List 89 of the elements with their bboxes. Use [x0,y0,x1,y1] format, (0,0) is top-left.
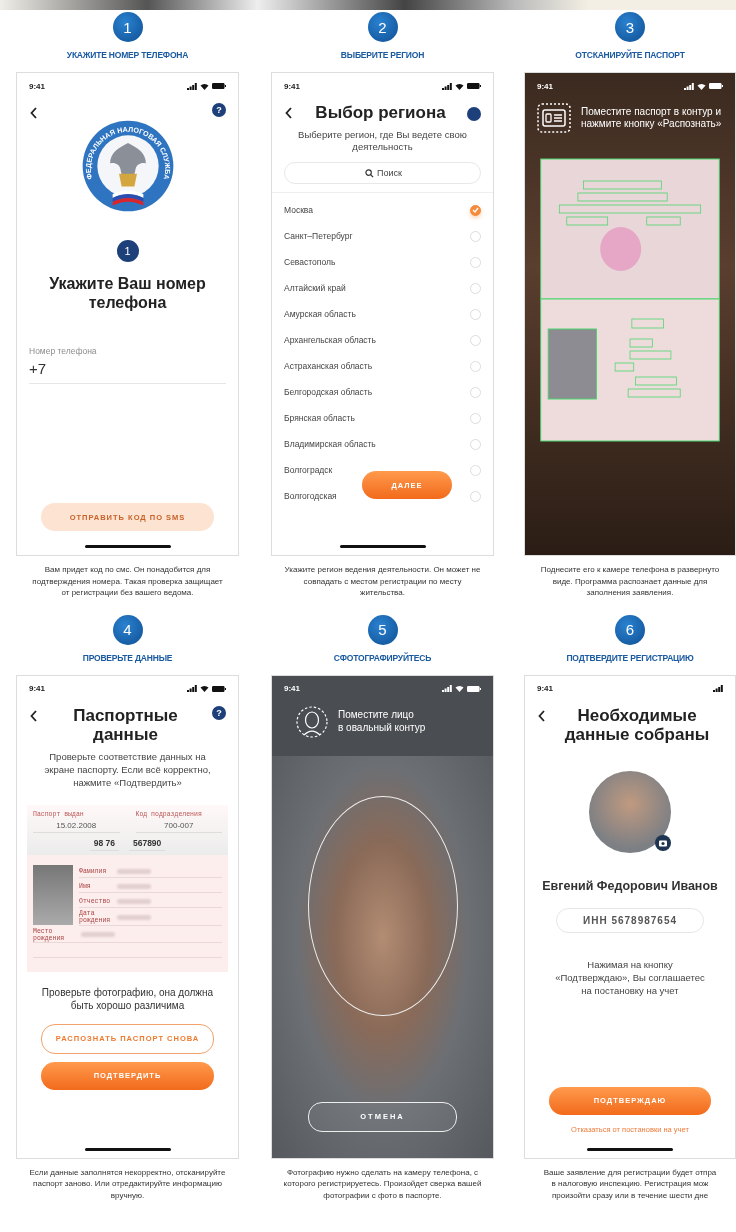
back-icon[interactable] [537,708,547,723]
search-field[interactable]: Поиск [284,162,481,185]
step-caption: Ваше заявление для регистрации будет отпра в налоговую инспекцию. Регистрация мож произойти сразу или в течение шести дне [543,1166,717,1202]
step-title: ВЫБЕРИТЕ РЕГИОН [340,50,425,60]
region-name[interactable]: Санкт–Петербург [284,231,353,242]
region-name[interactable]: Астраханская область [284,361,373,372]
signal-icon [442,685,452,693]
step-number-badge: 1 [112,12,143,42]
signal-icon [442,82,452,90]
screen-title: Паспортные данные [72,705,179,745]
step-title: ПРОВЕРЬТЕ ДАННЫЕ [82,652,173,663]
region-name[interactable]: Архангельская область [284,335,376,346]
region-name[interactable]: Владимирская область [284,439,376,450]
signal-icon [713,685,723,693]
region-name[interactable]: Волгоградск [284,465,333,476]
region-name[interactable]: Алтайский край [284,283,346,294]
status-time: 9:41 [537,81,553,91]
issue-date[interactable]: 15.02.2008 [33,818,120,834]
blurred-value [117,868,151,874]
signal-icon [187,82,197,90]
screen-instruction: Проверьте соответствие данных на экране паспорту. Если всё корректно, нажмите «Подтвердить» [43,750,212,790]
blurred-value [81,932,115,938]
region-name[interactable]: Севастополь [284,257,336,268]
passport-series[interactable]: 98 76 [89,838,119,852]
step-caption: Вам придет код по смс. Он понадобится для подтверждения номера. Такая проверка защищает от регистрации без вашего ведома. [32,564,223,599]
screen-title: Необходимые данные собраны [563,705,711,745]
back-icon[interactable] [29,708,39,723]
blurred-value [117,883,151,889]
region-name[interactable]: Белгородская область [284,387,373,398]
camera-icon[interactable] [655,834,671,851]
field-label: Номер телефона [29,346,98,357]
step-number-badge: 6 [615,614,645,645]
step-title: СФОТОГРАФИРУЙТЕСЬ [333,652,432,663]
dot-icon [467,107,481,121]
wifi-icon [200,82,209,90]
step-title: ПОДТВЕРДИТЕ РЕГИСТРАЦИЮ [566,652,694,663]
phone-input[interactable]: +7 [29,356,226,385]
wifi-icon [200,685,209,693]
battery-icon [467,685,481,692]
battery-icon [212,685,226,692]
signal-icon [187,685,197,693]
step-number-badge: 2 [367,12,398,42]
photo-placeholder [33,865,73,926]
back-icon[interactable] [29,106,39,120]
step-number-badge: 5 [367,614,398,645]
step-title: УКАЖИТЕ НОМЕР ТЕЛЕФОНА [66,50,189,60]
person-name: Евгений Федорович Иванов [541,878,719,894]
battery-icon [709,83,723,89]
blurred-value [117,898,151,904]
scan-instruction: Поместите паспорт в контур и нажмите кнопку «Распознать» [581,105,723,131]
screen-subtitle: Выберите регион, где Вы ведете свою деятельность [297,128,468,155]
screen-title: Выбор региона [314,103,447,123]
status-time: 9:41 [29,81,45,91]
signal-icon [684,82,694,90]
wifi-icon [455,685,464,693]
battery-icon [212,83,226,89]
department-code[interactable]: 700-007 [135,818,222,834]
face-instruction: Поместите лицо в овальный контур [338,709,426,735]
status-time: 9:41 [284,81,300,91]
status-time: 9:41 [537,684,553,694]
help-button[interactable]: ? [212,103,226,117]
photo-note: Проверьте фотографию, она должна быть хорошо различима [40,985,215,1012]
step-caption: Укажите регион ведения деятельности. Он может не совпадать с местом регистрации по месту жительства. [284,564,481,599]
status-time: 9:41 [284,684,300,694]
passport-frame-icon [537,103,571,133]
region-name[interactable]: Волгогодская [284,491,337,502]
region-name[interactable]: Амурская область [284,309,356,320]
screen-heading: Укажите Ваш номер телефона [48,274,207,313]
battery-icon [467,83,481,89]
consent-note: Нажимая на кнопку «Подтверждаю», Вы соглашаетес на постановку на учет [554,958,706,998]
step-badge: 1 [116,240,139,262]
step-caption: Фотографию нужно сделать на камеру телефона, с которого регистрируетесь. Произойдет сверка вашей фотографии с фото в паспорте. [283,1166,482,1202]
back-icon[interactable] [284,106,294,120]
step-title: ОТСКАНИРУЙТЕ ПАСПОРТ [575,50,685,60]
help-button[interactable]: ? [212,705,226,720]
wifi-icon [455,82,464,90]
region-name[interactable]: Брянская область [284,413,355,424]
wifi-icon [697,82,706,90]
step-caption: Если данные заполнятся некорректно, отсканируйте паспорт заново. Или отредактируйте информацию вручную. [29,1166,226,1202]
status-time: 9:41 [29,684,45,694]
step-number-badge: 4 [112,614,143,645]
blurred-value [117,914,151,920]
face-outline-icon [296,705,328,738]
passport-number[interactable]: 567890 [128,838,166,852]
step-caption: Поднесите его к камере телефона в развернуто виде. Программа распознает данные для заполнения заявления. [540,564,720,599]
region-name[interactable]: Москва [284,205,314,216]
radio-button[interactable] [470,204,481,216]
search-icon [364,168,374,178]
step-number-badge: 3 [615,12,645,42]
